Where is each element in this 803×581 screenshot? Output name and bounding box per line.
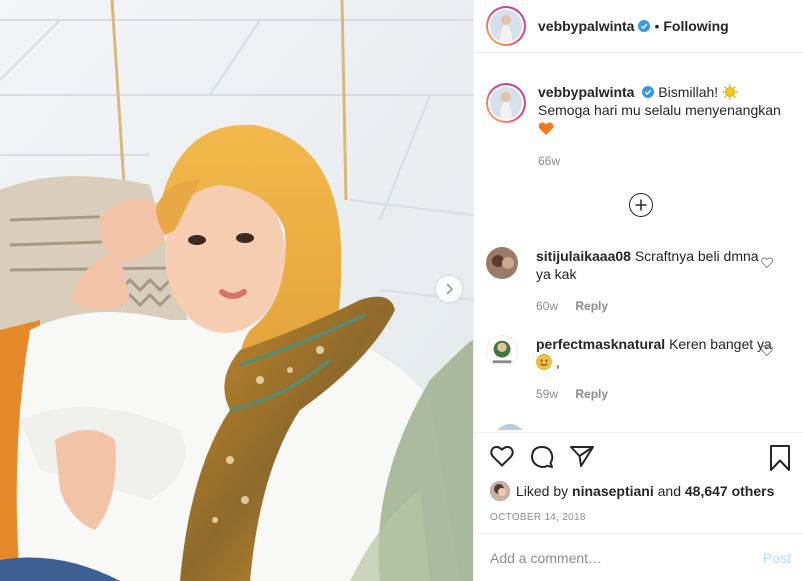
orange-heart-emoji-icon [538, 122, 554, 135]
likes-middle: and [657, 483, 681, 499]
comment-username[interactable]: sitijulaikaaa08 [536, 248, 631, 264]
chevron-right-icon [446, 283, 454, 295]
following-button[interactable]: Following [663, 18, 728, 34]
separator-dot: • [654, 18, 660, 34]
verified-badge-icon [638, 20, 651, 32]
post-side-panel: vebbypalwinta • Following vebbypalwinta … [473, 0, 803, 581]
sun-emoji-icon [722, 84, 738, 100]
bookmark-icon[interactable] [769, 445, 791, 471]
likes-summary: Liked by ninaseptiani and 48,647 others [490, 481, 774, 501]
post-actions-section: Liked by ninaseptiani and 48,647 others … [474, 432, 803, 532]
comment-age[interactable]: 59w [536, 387, 558, 401]
comment-avatar[interactable] [486, 335, 518, 367]
likes-prefix: Liked by [516, 483, 569, 499]
liker-avatar[interactable] [490, 481, 510, 501]
next-comment-avatar-peek [494, 424, 526, 430]
comment-avatar[interactable] [486, 247, 518, 279]
comment-text-suffix: , [555, 354, 560, 370]
caption-text-line2: Semoga hari mu selalu menyenangkan [538, 102, 781, 118]
add-comment-bar: Post [474, 533, 803, 581]
comment-input[interactable] [490, 549, 740, 566]
comment-like-heart-icon[interactable] [761, 257, 773, 268]
comment-item: sitijulaikaaa08 Scraftnya beli dmna ya k… [486, 247, 791, 315]
reply-button[interactable]: Reply [575, 387, 608, 401]
post-date[interactable]: OCTOBER 14, 2018 [490, 512, 586, 523]
heart-outline-icon[interactable] [490, 445, 514, 467]
reply-button[interactable]: Reply [575, 299, 608, 313]
header-username[interactable]: vebbypalwinta [538, 18, 634, 34]
post-header: vebbypalwinta • Following [474, 0, 803, 53]
comment-like-heart-icon[interactable] [761, 345, 773, 356]
verified-badge-icon [642, 86, 655, 98]
post-photo [0, 0, 473, 581]
comment-username[interactable]: perfectmasknatural [536, 336, 665, 352]
caption-avatar[interactable] [486, 83, 526, 123]
likes-count[interactable]: 48,647 others [685, 483, 775, 499]
caption-text-line1: Bismillah! [658, 84, 719, 100]
comments-list: vebbypalwinta Bismillah! Semoga hari mu … [474, 75, 803, 430]
comment-item: perfectmasknatural Keren banget ya , 59w… [486, 335, 791, 403]
load-more-comments-button[interactable] [629, 193, 653, 217]
paper-plane-icon[interactable] [570, 445, 594, 467]
next-image-button[interactable] [436, 276, 462, 302]
liker-username[interactable]: ninaseptiani [572, 483, 654, 499]
smiling-face-emoji-icon [536, 354, 552, 370]
caption: vebbypalwinta Bismillah! Semoga hari mu … [486, 83, 791, 170]
comment-bubble-icon[interactable] [530, 445, 554, 469]
comment-text: Keren banget ya [669, 336, 772, 352]
post-photo-image [0, 0, 473, 581]
plus-circle-icon [635, 199, 647, 211]
profile-avatar[interactable] [486, 6, 526, 46]
comment-age[interactable]: 60w [536, 299, 558, 313]
caption-age[interactable]: 66w [538, 154, 560, 168]
post-comment-button[interactable]: Post [763, 550, 791, 566]
caption-username[interactable]: vebbypalwinta [538, 84, 634, 100]
